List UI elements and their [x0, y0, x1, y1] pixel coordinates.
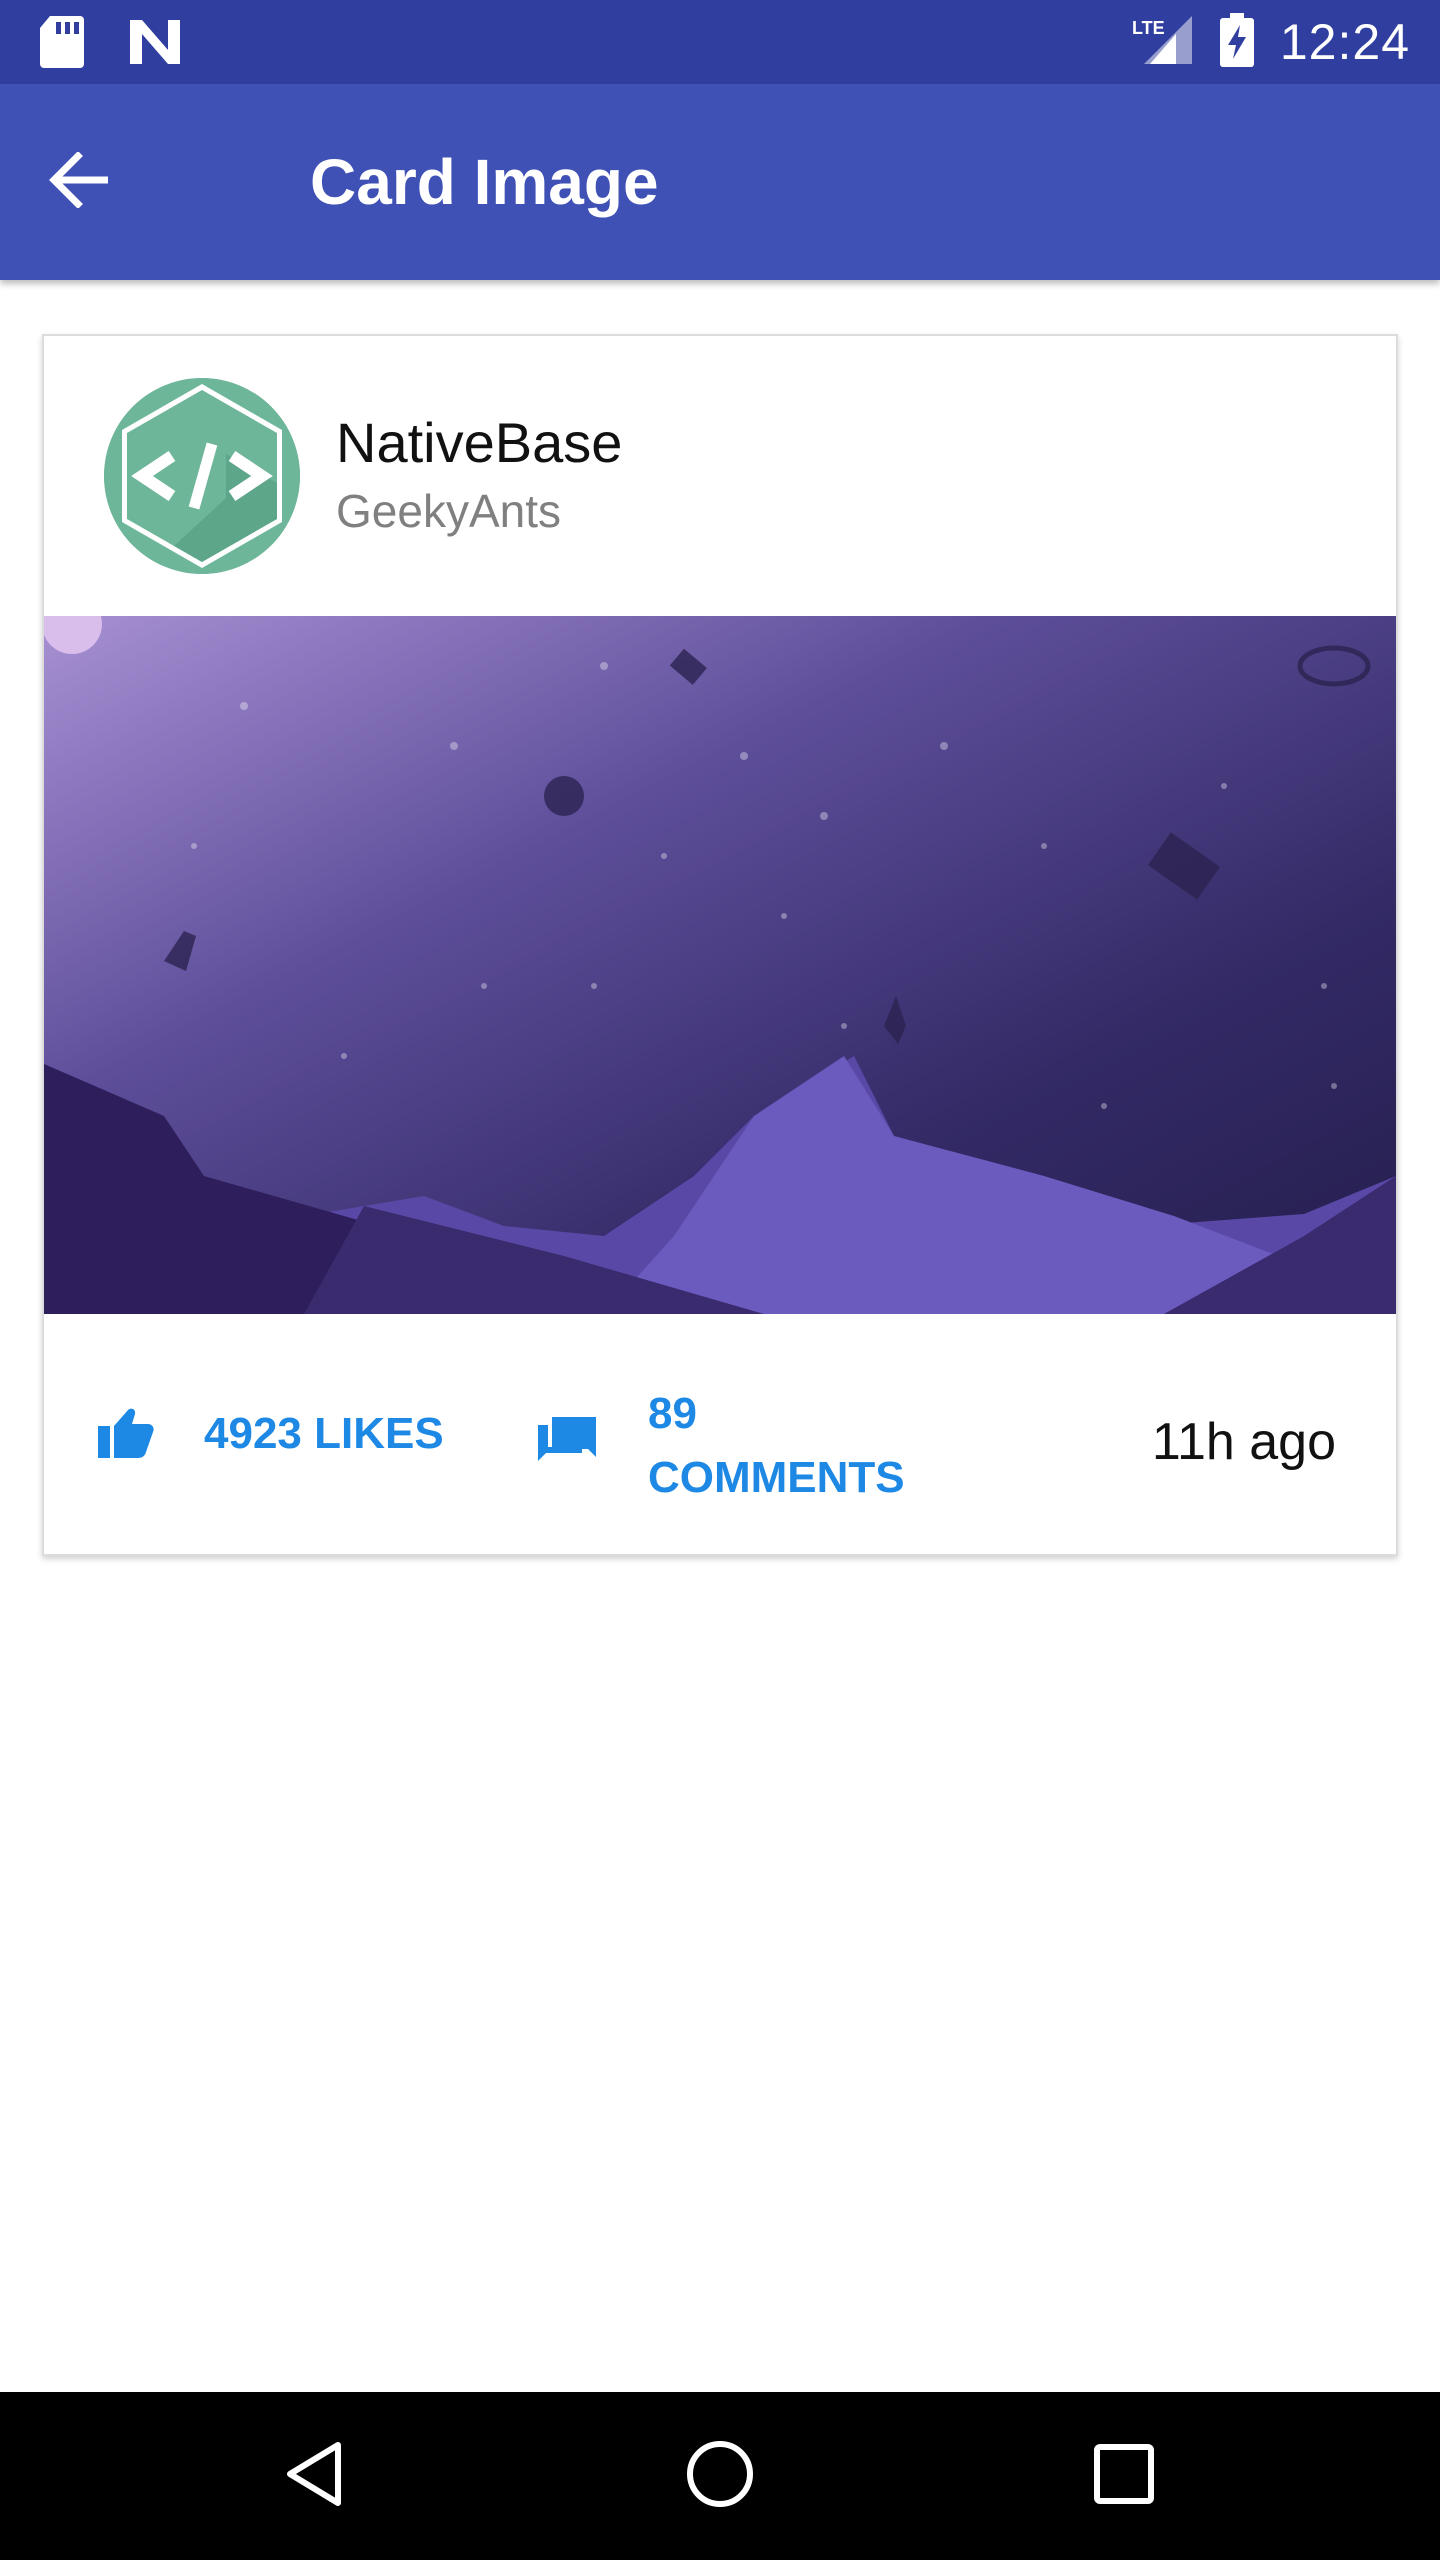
card-title: NativeBase — [336, 411, 623, 474]
sd-card-icon — [40, 16, 84, 73]
card-subtitle: GeekyAnts — [336, 485, 561, 537]
signal-icon: LTE — [1132, 14, 1194, 71]
back-triangle-icon — [284, 2441, 344, 2512]
comments-word: COMMENTS — [648, 1453, 905, 1502]
battery-icon — [1219, 12, 1254, 72]
back-button[interactable] — [30, 132, 130, 232]
nav-home-button[interactable] — [670, 2426, 770, 2526]
card-image — [44, 616, 1396, 1314]
network-label: LTE — [1132, 18, 1165, 38]
space-landscape-image — [44, 616, 1396, 1314]
recents-square-icon — [1093, 2443, 1155, 2510]
avatar — [104, 378, 300, 574]
status-bar: LTE 12:24 — [0, 0, 1440, 84]
likes-label: 4923 LIKES — [204, 1409, 444, 1458]
arrow-left-icon — [48, 150, 112, 213]
status-time: 12:24 — [1279, 14, 1410, 70]
comments-button[interactable]: 89 COMMENTS — [538, 1376, 905, 1516]
likes-button[interactable]: 4923 LIKES — [98, 1394, 444, 1474]
comments-count: 89 — [648, 1389, 697, 1438]
n-logo-icon — [128, 20, 182, 69]
post-time: 11h ago — [1151, 1413, 1336, 1471]
home-circle-icon — [685, 2439, 755, 2514]
card: NativeBase GeekyAnts 4923 LIKES 89 COMME… — [42, 334, 1398, 1556]
navigation-bar — [0, 2392, 1440, 2560]
nav-recents-button[interactable] — [1074, 2426, 1174, 2526]
page-title: Card Image — [310, 146, 659, 218]
chat-bubbles-icon — [538, 1416, 596, 1476]
card-header[interactable]: NativeBase GeekyAnts — [44, 336, 1396, 616]
code-hexagon-icon — [104, 378, 300, 574]
nav-back-button[interactable] — [264, 2426, 364, 2526]
thumbs-up-icon — [98, 1406, 154, 1463]
comments-label: 89 COMMENTS — [648, 1382, 905, 1510]
app-bar: Card Image — [0, 84, 1440, 280]
card-footer: 4923 LIKES 89 COMMENTS 11h ago — [44, 1314, 1396, 1556]
